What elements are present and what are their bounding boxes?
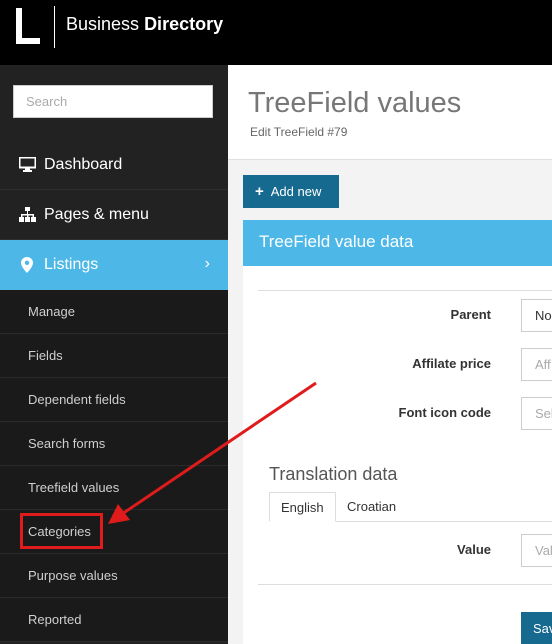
sidebar-item-pages-menu[interactable]: Pages & menu xyxy=(0,190,228,240)
sidebar-item-listings[interactable]: Listings › xyxy=(0,240,228,290)
plus-icon: + xyxy=(255,183,264,200)
add-new-label: Add new xyxy=(270,184,322,199)
search-input[interactable] xyxy=(13,85,213,118)
submenu-item-label: Purpose values xyxy=(28,568,118,583)
logo-separator xyxy=(54,6,55,48)
tab-english[interactable]: English xyxy=(269,492,336,522)
sidebar-item-label: Dashboard xyxy=(44,155,123,173)
submenu-item-treefield-values[interactable]: Treefield values xyxy=(0,466,228,510)
submenu-item-fields[interactable]: Fields xyxy=(0,334,228,378)
logo-icon[interactable] xyxy=(14,8,44,46)
font-icon-code-label: Font icon code xyxy=(398,405,491,420)
submenu-item-label: Reported xyxy=(28,612,82,627)
value-label: Value xyxy=(457,542,491,557)
chevron-right-icon: › xyxy=(204,255,210,272)
parent-select[interactable]: No xyxy=(521,299,552,332)
submenu-item-manage[interactable]: Manage xyxy=(0,290,228,334)
divider xyxy=(258,290,552,291)
sitemap-icon xyxy=(18,207,36,223)
annotation-highlight-box xyxy=(20,513,103,549)
app-title-bold: Directory xyxy=(144,14,224,34)
affiliate-price-input[interactable]: Aff xyxy=(521,348,552,381)
sidebar-item-dashboard[interactable]: Dashboard xyxy=(0,140,228,190)
map-marker-icon xyxy=(18,257,36,273)
monitor-icon xyxy=(18,157,36,173)
parent-label: Parent xyxy=(450,307,491,322)
add-new-button[interactable]: + Add new xyxy=(243,175,339,208)
submenu-item-search-forms[interactable]: Search forms xyxy=(0,422,228,466)
app-title: Business Directory xyxy=(66,14,223,35)
translation-title: Translation data xyxy=(269,464,398,484)
affiliate-price-label: Affilate price xyxy=(412,356,491,371)
value-input[interactable]: Val xyxy=(521,534,552,567)
sidebar-item-label: Pages & menu xyxy=(44,205,149,223)
submenu-item-label: Treefield values xyxy=(28,480,120,495)
submenu-item-label: Dependent fields xyxy=(28,392,126,407)
sidebar-item-label: Listings xyxy=(44,256,99,273)
treefield-value-panel: TreeField value data Parent No Affilate … xyxy=(243,220,552,644)
page-header: TreeField values Edit TreeField #79 xyxy=(228,65,552,160)
panel-title: TreeField value data xyxy=(243,220,552,266)
page-title: TreeField values xyxy=(248,87,462,119)
submenu-item-dependent-fields[interactable]: Dependent fields xyxy=(0,378,228,422)
save-button[interactable]: Save xyxy=(521,612,552,644)
tab-croatian[interactable]: Croatian xyxy=(336,492,407,522)
font-icon-code-select[interactable]: Sel xyxy=(521,397,552,430)
submenu-item-label: Search forms xyxy=(28,436,106,451)
app-title-prefix: Business xyxy=(66,14,140,34)
page-subtitle: Edit TreeField #79 xyxy=(250,125,348,139)
main-content: TreeField values Edit TreeField #79 + Ad… xyxy=(228,65,552,644)
divider xyxy=(258,584,552,585)
submenu-item-label: Fields xyxy=(28,348,63,363)
submenu-item-reported[interactable]: Reported xyxy=(0,598,228,642)
top-bar: Business Directory xyxy=(0,0,552,65)
sidebar: Dashboard Pages & menu Listings › Manage… xyxy=(0,65,228,644)
submenu-item-purpose-values[interactable]: Purpose values xyxy=(0,554,228,598)
submenu-item-label: Manage xyxy=(28,304,75,319)
